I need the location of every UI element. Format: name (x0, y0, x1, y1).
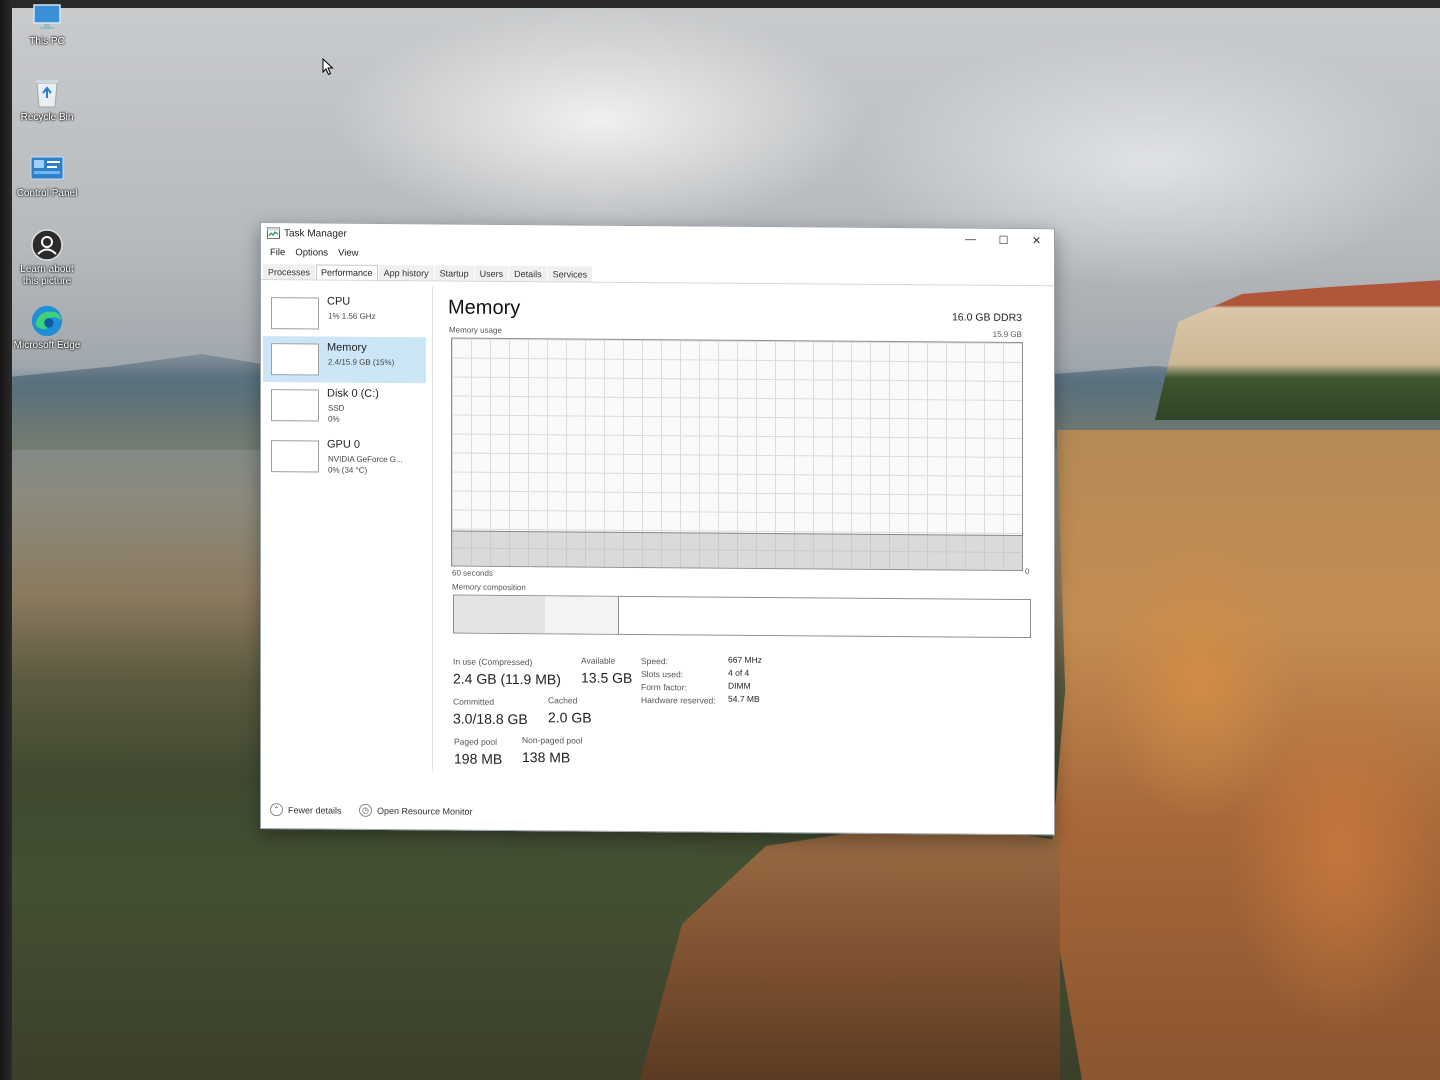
monitor-bezel-left (0, 0, 12, 1080)
menu-options[interactable]: Options (290, 246, 333, 260)
minimize-button[interactable]: — (954, 228, 987, 250)
sidebar-item-detail-2: 0% (328, 414, 340, 424)
monitor-bezel-top (0, 0, 1440, 8)
memory-composition-label: Memory composition (452, 582, 526, 593)
fewer-details-label: Fewer details (288, 804, 342, 816)
sidebar-item-detail: 2.4/15.9 GB (15%) (328, 357, 395, 368)
sidebar-item-detail: SSD (328, 403, 345, 413)
recycle-bin-icon (30, 76, 64, 110)
tab-details[interactable]: Details (509, 265, 547, 282)
resource-monitor-icon: ◷ (359, 803, 372, 817)
task-manager-window: Task Manager — ☐ ✕ File Options View Pro… (260, 222, 1055, 836)
menu-file[interactable]: File (265, 246, 290, 260)
footer-bar: ⌃ Fewer details ◷ Open Resource Monitor (261, 795, 1054, 831)
form-factor-key: Form factor: (641, 681, 687, 693)
sidebar-item-detail-2: 0% (34 °C) (328, 465, 368, 475)
committed-value: 3.0/18.8 GB (453, 710, 528, 728)
desktop-icon-label: Microsoft Edge (13, 340, 81, 351)
wallpaper-lower-cliff (640, 820, 1060, 1080)
sidebar-item-gpu[interactable]: GPU 0 NVIDIA GeForce G... 0% (34 °C) (263, 433, 426, 480)
control-panel-icon (30, 152, 64, 186)
wallpaper-hotel (1155, 280, 1440, 420)
memory-composition-bar (453, 594, 1031, 639)
available-value: 13.5 GB (581, 669, 633, 686)
wallpaper-cliff (1048, 430, 1440, 1080)
hardware-reserved-key: Hardware reserved: (641, 694, 716, 706)
desktop-icon-recycle-bin[interactable]: Recycle Bin (12, 76, 82, 124)
close-button[interactable]: ✕ (1020, 229, 1053, 251)
cached-value: 2.0 GB (548, 709, 592, 726)
desktop-icon-label: This PC (29, 36, 65, 47)
graph-time-label-left: 60 seconds (452, 568, 493, 578)
performance-sidebar: CPU 1% 1.56 GHz Memory 2.4/15.9 GB (15%)… (261, 285, 433, 772)
desktop-icon-this-pc[interactable]: This PC (12, 0, 82, 48)
available-label: Available (581, 655, 616, 666)
paged-pool-label: Paged pool (454, 736, 498, 747)
window-title: Task Manager (284, 228, 347, 240)
open-resource-monitor-label: Open Resource Monitor (377, 805, 473, 817)
hardware-reserved-value: 54.7 MB (728, 693, 760, 704)
sidebar-item-label: GPU 0 (327, 438, 361, 451)
memory-thumbnail-graph (271, 343, 319, 376)
desktop-icon-label: Learn about this picture (20, 264, 74, 287)
graph-time-label-right: 0 (1025, 567, 1030, 577)
mouse-cursor-icon (322, 57, 334, 81)
speed-key: Speed: (641, 655, 668, 667)
sidebar-item-label: Disk 0 (C:) (327, 387, 379, 400)
title-bar[interactable]: Task Manager — ☐ ✕ (261, 223, 1054, 251)
slots-used-key: Slots used: (641, 668, 684, 680)
menu-bar: File Options View (265, 246, 363, 261)
desktop-icon-control-panel[interactable]: Control Panel (12, 152, 82, 200)
slots-used-value: 4 of 4 (728, 667, 750, 678)
tab-users[interactable]: Users (474, 265, 509, 281)
desktop-icon-microsoft-edge[interactable]: Microsoft Edge (12, 304, 82, 352)
form-factor-value: DIMM (728, 680, 751, 691)
sidebar-item-detail: NVIDIA GeForce G... (328, 454, 403, 465)
edge-icon (30, 304, 64, 338)
page-title: Memory (448, 296, 521, 320)
maximize-button[interactable]: ☐ (987, 229, 1020, 251)
committed-label: Committed (453, 696, 495, 707)
tab-services[interactable]: Services (547, 266, 593, 282)
desktop-icon-label: Control Panel (16, 188, 78, 199)
non-paged-pool-label: Non-paged pool (522, 735, 583, 746)
tab-startup[interactable]: Startup (434, 265, 474, 281)
fewer-details-button[interactable]: ⌃ Fewer details (270, 803, 342, 817)
chevron-up-icon: ⌃ (270, 803, 283, 817)
non-paged-pool-value: 138 MB (522, 749, 571, 766)
disk-thumbnail-graph (271, 389, 319, 422)
memory-usage-label: Memory usage (449, 325, 502, 335)
memory-spec: 16.0 GB DDR3 (951, 311, 1022, 324)
memory-usage-graph (451, 337, 1023, 571)
cpu-thumbnail-graph (271, 297, 319, 330)
sidebar-item-detail: 1% 1.56 GHz (328, 311, 376, 321)
gpu-thumbnail-graph (271, 440, 319, 473)
memory-usage-fill (452, 530, 1022, 570)
menu-view[interactable]: View (333, 247, 363, 261)
tab-processes[interactable]: Processes (263, 264, 316, 280)
sidebar-item-label: Memory (327, 341, 367, 354)
composition-in-use-segment (454, 595, 546, 634)
sidebar-item-memory[interactable]: Memory 2.4/15.9 GB (15%) (263, 336, 426, 384)
desktop-icon-label: Recycle Bin (20, 112, 74, 123)
sidebar-item-cpu[interactable]: CPU 1% 1.56 GHz (263, 290, 426, 337)
camera-icon (30, 228, 64, 262)
desktop-icon-learn-about-picture[interactable]: Learn about this picture (12, 228, 82, 288)
paged-pool-value: 198 MB (454, 750, 503, 767)
tab-app-history[interactable]: App history (378, 264, 434, 281)
task-manager-app-icon (267, 227, 280, 242)
sidebar-item-label: CPU (327, 295, 351, 308)
in-use-label: In use (Compressed) (453, 656, 533, 668)
monitor-icon (30, 0, 64, 34)
tab-performance[interactable]: Performance (316, 264, 378, 280)
memory-usage-max: 15.9 GB (992, 329, 1022, 339)
speed-value: 667 MHz (728, 654, 763, 665)
cached-label: Cached (548, 695, 578, 706)
sidebar-item-disk[interactable]: Disk 0 (C:) SSD 0% (263, 382, 426, 429)
in-use-value: 2.4 GB (11.9 MB) (453, 670, 561, 688)
open-resource-monitor-link[interactable]: ◷ Open Resource Monitor (359, 803, 473, 818)
composition-standby-segment (545, 596, 620, 634)
